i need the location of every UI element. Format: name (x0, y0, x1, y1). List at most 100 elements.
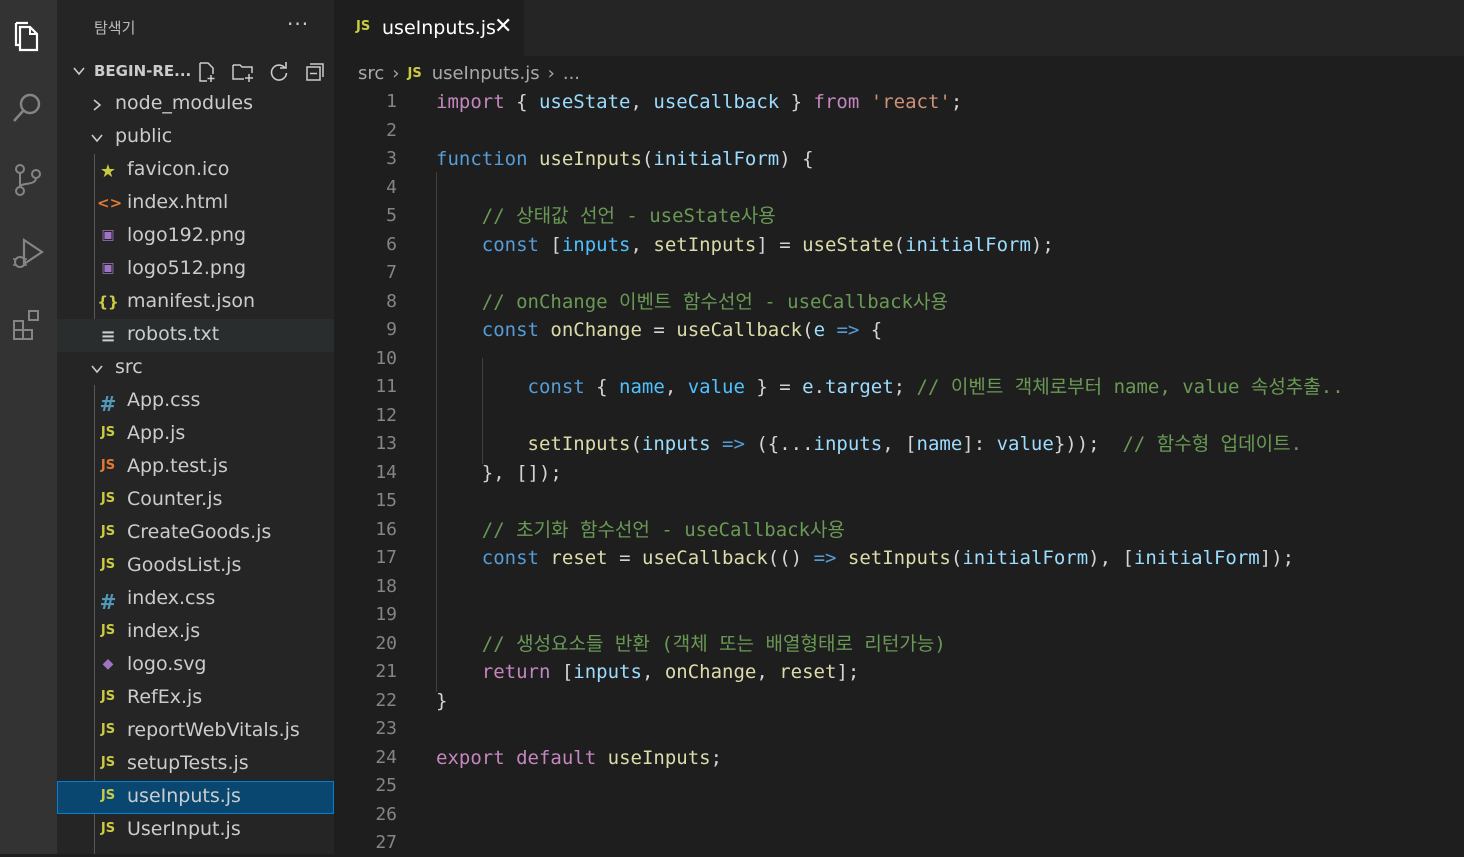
file-logo192-png[interactable]: ▣ logo192.png (57, 220, 334, 253)
new-folder-icon[interactable] (229, 59, 257, 85)
code-token: (() (767, 547, 814, 569)
star-icon: ★ (99, 161, 117, 182)
explorer-title: 탐색기 (94, 19, 136, 37)
file-useinputs-js[interactable]: JS useInputs.js (57, 781, 334, 814)
code-line: 20 // 생성요소들 반환 (객체 또는 배열형태로 리턴가능) (334, 630, 1464, 658)
line-number: 18 (375, 575, 397, 597)
code-text: return [inputs, onChange, reset]; (436, 658, 860, 686)
line-number: 7 (386, 262, 397, 283)
file-app-js[interactable]: JS App.js (57, 418, 334, 451)
code-editor[interactable]: 1 import { useState, useCallback } from '… (334, 88, 1464, 854)
code-token: reset (550, 547, 608, 569)
line-number: 16 (375, 518, 397, 540)
code-token: return (481, 661, 551, 683)
run-debug-icon[interactable] (8, 233, 48, 273)
chevron-right-icon: › (392, 62, 400, 84)
image-icon: ▣ (101, 227, 115, 243)
tab-useinputs[interactable]: JS useInputs.js ✕ (334, 0, 524, 56)
search-icon[interactable] (8, 88, 48, 128)
code-token: } (779, 91, 814, 113)
code-token: useCallback (641, 547, 768, 569)
workspace-name: BEGIN-RE... (94, 62, 190, 80)
html-icon: <> (97, 194, 123, 212)
file-index-html[interactable]: <> index.html (57, 187, 334, 220)
file-manifest-json[interactable]: {} manifest.json (57, 286, 334, 319)
code-token: useInputs (538, 148, 642, 170)
file-label: RefEx.js (127, 686, 203, 708)
explorer-icon[interactable] (8, 17, 48, 57)
folder-src[interactable]: src (57, 352, 334, 385)
breadcrumb-symbol[interactable]: ... (563, 63, 580, 84)
code-token: const (481, 547, 539, 569)
js-icon: JS (100, 524, 116, 539)
code-token: , (630, 233, 654, 256)
breadcrumb-folder[interactable]: src (358, 63, 384, 84)
file-favicon-ico[interactable]: ★ favicon.ico (57, 154, 334, 187)
breadcrumb-file[interactable]: useInputs.js (432, 63, 540, 84)
activity-bar (0, 0, 57, 854)
code-line: 14 }, []); (334, 459, 1464, 487)
extensions-icon[interactable] (8, 305, 48, 345)
file-logo-svg[interactable]: ◆ logo.svg (57, 649, 334, 682)
file-goodslist-js[interactable]: JS GoodsList.js (57, 550, 334, 583)
js-icon: JS (100, 557, 116, 572)
code-line: 21 return [inputs, onChange, reset]; (334, 658, 1464, 686)
file-robots-txt[interactable]: ≡ robots.txt (57, 319, 334, 352)
code-text: const [inputs, setInputs] = useState(ini… (436, 231, 1054, 259)
source-control-icon[interactable] (8, 160, 48, 200)
folder-node-modules[interactable]: node_modules (57, 88, 334, 121)
file-index-js[interactable]: JS index.js (57, 616, 334, 649)
js-icon: JS (100, 425, 116, 440)
code-line: 11 const { name, value } = e.target; // … (334, 373, 1464, 401)
file-logo512-png[interactable]: ▣ logo512.png (57, 253, 334, 286)
file-reportwebvitals-js[interactable]: JS reportWebVitals.js (57, 715, 334, 748)
folder-public[interactable]: public (57, 121, 334, 154)
file-index-css[interactable]: # index.css (57, 583, 334, 616)
code-token: function (436, 148, 528, 170)
code-token: initialForm (1133, 547, 1260, 569)
line-number: 10 (375, 347, 397, 369)
code-token: { (859, 319, 883, 341)
code-line: 27 (334, 829, 1464, 857)
code-token: [ (550, 661, 574, 683)
close-icon[interactable]: ✕ (494, 14, 512, 39)
code-token: initialForm (653, 148, 780, 170)
code-line: 4 (334, 174, 1464, 202)
line-number: 22 (375, 689, 397, 711)
new-file-icon[interactable] (193, 59, 221, 85)
line-number: 12 (375, 404, 397, 426)
file-userinput-js[interactable]: JS UserInput.js (57, 814, 334, 847)
chevron-right-icon (89, 96, 105, 118)
file-counter-js[interactable]: JS Counter.js (57, 484, 334, 517)
code-token: from (813, 91, 860, 113)
code-token: setInputs (527, 433, 631, 455)
refresh-icon[interactable] (265, 59, 293, 85)
collapse-all-icon[interactable] (301, 59, 329, 85)
code-token: value (687, 376, 745, 398)
workspace-root[interactable]: BEGIN-RE... (57, 55, 334, 88)
file-label: reportWebVitals.js (127, 719, 300, 741)
css-icon: # (99, 590, 117, 614)
code-token: } (436, 689, 448, 712)
file-app-css[interactable]: # App.css (57, 385, 334, 418)
code-token: { (504, 91, 539, 113)
folder-label: public (115, 125, 173, 147)
file-label: index.css (127, 587, 216, 609)
code-token: => (836, 319, 860, 341)
svg-icon: ◆ (102, 656, 114, 672)
code-token: ] = (756, 233, 803, 256)
more-actions-icon[interactable]: ··· (287, 12, 309, 36)
code-line: 25 (334, 772, 1464, 800)
file-app-test-js[interactable]: JS App.test.js (57, 451, 334, 484)
file-setuptests-js[interactable]: JS setupTests.js (57, 748, 334, 781)
code-token: ( (950, 547, 963, 569)
code-text: function useInputs(initialForm) { (436, 145, 814, 173)
line-number: 8 (386, 290, 397, 312)
file-refex-js[interactable]: JS RefEx.js (57, 682, 334, 715)
file-creategoods-js[interactable]: JS CreateGoods.js (57, 517, 334, 550)
